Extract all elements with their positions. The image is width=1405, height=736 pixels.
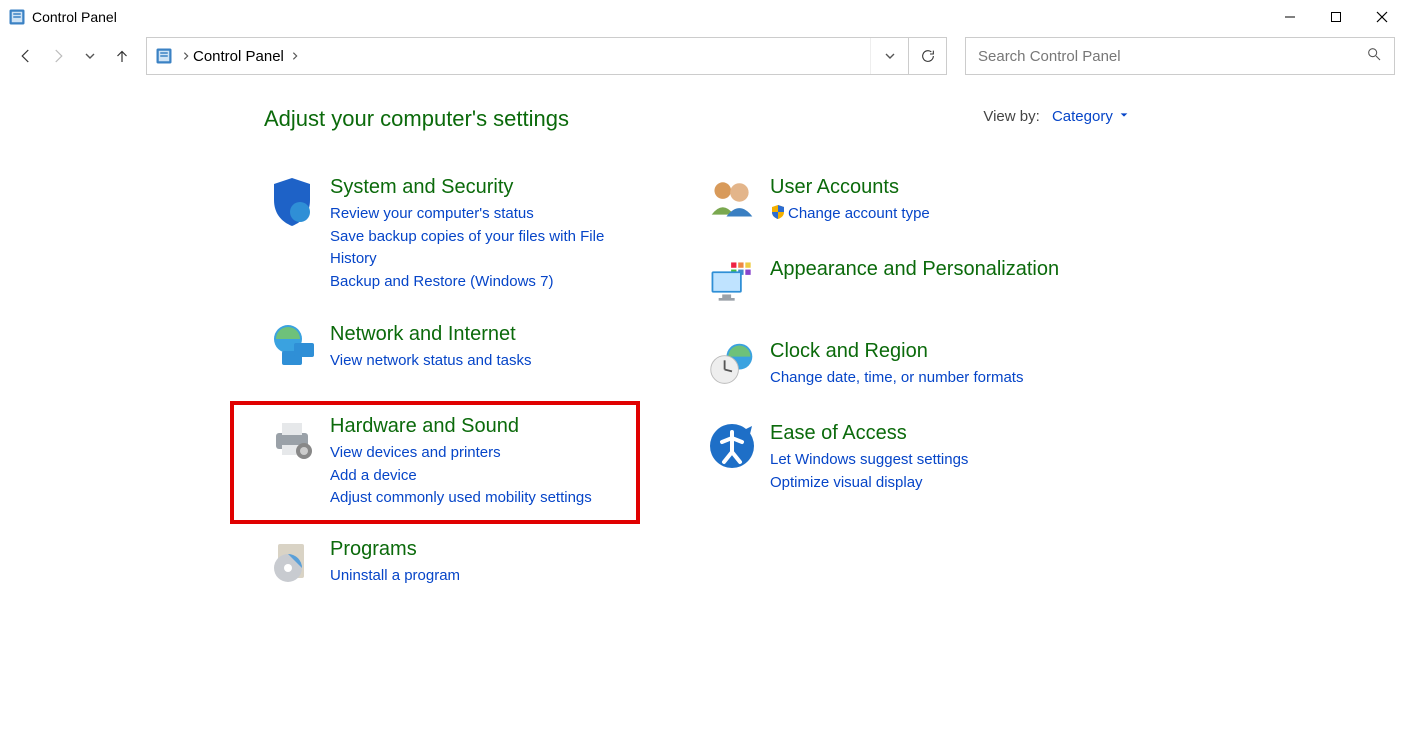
refresh-button[interactable] [908,38,946,74]
sublink[interactable]: Backup and Restore (Windows 7) [330,271,640,294]
view-by-control: View by: Category [983,108,1129,125]
window-controls [1267,0,1405,34]
sublink[interactable]: Let Windows suggest settings [770,449,968,472]
control-panel-window: Control Panel [0,0,1405,736]
search-icon [1366,46,1382,66]
sublink[interactable]: Optimize visual display [770,472,968,495]
up-button[interactable] [108,42,136,70]
search-box[interactable] [965,37,1395,75]
maximize-button[interactable] [1313,0,1359,34]
ease-of-access-icon[interactable] [708,422,756,474]
view-by-dropdown[interactable]: Category [1052,108,1129,125]
forward-button[interactable] [44,42,72,70]
category-title[interactable]: Programs [330,538,460,561]
category-appearance: Appearance and Personalization [704,254,1084,314]
category-user-accounts: User Accounts Change account type [704,172,1084,232]
titlebar: Control Panel [0,0,1405,34]
monitor-colors-icon[interactable] [708,258,756,310]
minimize-button[interactable] [1267,0,1313,34]
sublink[interactable]: Adjust commonly used mobility settings [330,487,592,510]
uac-shield-icon [770,204,786,220]
globe-network-icon[interactable] [268,323,316,375]
sublink[interactable]: Review your computer's status [330,203,640,226]
view-by-label: View by: [983,108,1039,125]
sublink[interactable]: Add a device [330,465,592,488]
people-icon[interactable] [708,176,756,228]
category-title[interactable]: Appearance and Personalization [770,258,1059,281]
sublink[interactable]: Change date, time, or number formats [770,367,1023,390]
chevron-right-icon[interactable] [290,49,300,64]
address-bar[interactable]: Control Panel [146,37,947,75]
category-programs: Programs Uninstall a program [264,534,644,594]
printer-icon[interactable] [268,415,316,467]
window-title: Control Panel [32,9,117,25]
chevron-right-icon[interactable] [181,49,191,64]
category-title[interactable]: Hardware and Sound [330,415,592,438]
address-icon [155,47,173,65]
category-ease-of-access: Ease of Access Let Windows suggest setti… [704,418,1084,498]
navigation-bar: Control Panel [0,34,1405,78]
sublink[interactable]: Uninstall a program [330,565,460,588]
search-input[interactable] [976,47,1384,66]
sublink[interactable]: Change account type [770,203,930,226]
sublink[interactable]: View devices and printers [330,442,592,465]
control-panel-icon [8,8,26,26]
category-hardware-sound: Hardware and Sound View devices and prin… [264,411,636,514]
back-button[interactable] [12,42,40,70]
highlighted-hardware-box: Hardware and Sound View devices and prin… [230,401,640,524]
shield-icon[interactable] [268,176,316,228]
address-history-dropdown[interactable] [870,38,908,74]
category-title[interactable]: Clock and Region [770,340,1023,363]
address-location[interactable]: Control Panel [193,48,284,65]
sublink[interactable]: Save backup copies of your files with Fi… [330,226,640,271]
content-area: Adjust your computer's settings View by:… [0,78,1405,616]
close-button[interactable] [1359,0,1405,34]
right-column: User Accounts Change account type [704,172,1084,616]
page-heading: Adjust your computer's settings [264,106,1405,132]
disc-box-icon[interactable] [268,538,316,590]
category-title[interactable]: User Accounts [770,176,930,199]
left-column: System and Security Review your computer… [264,172,644,616]
category-system-security: System and Security Review your computer… [264,172,644,297]
category-title[interactable]: Network and Internet [330,323,532,346]
category-columns: System and Security Review your computer… [264,172,1405,616]
recent-locations-dropdown[interactable] [76,42,104,70]
sublink[interactable]: View network status and tasks [330,350,532,373]
category-title[interactable]: System and Security [330,176,640,199]
category-clock-region: Clock and Region Change date, time, or n… [704,336,1084,396]
category-network: Network and Internet View network status… [264,319,644,379]
category-title[interactable]: Ease of Access [770,422,968,445]
clock-globe-icon[interactable] [708,340,756,392]
